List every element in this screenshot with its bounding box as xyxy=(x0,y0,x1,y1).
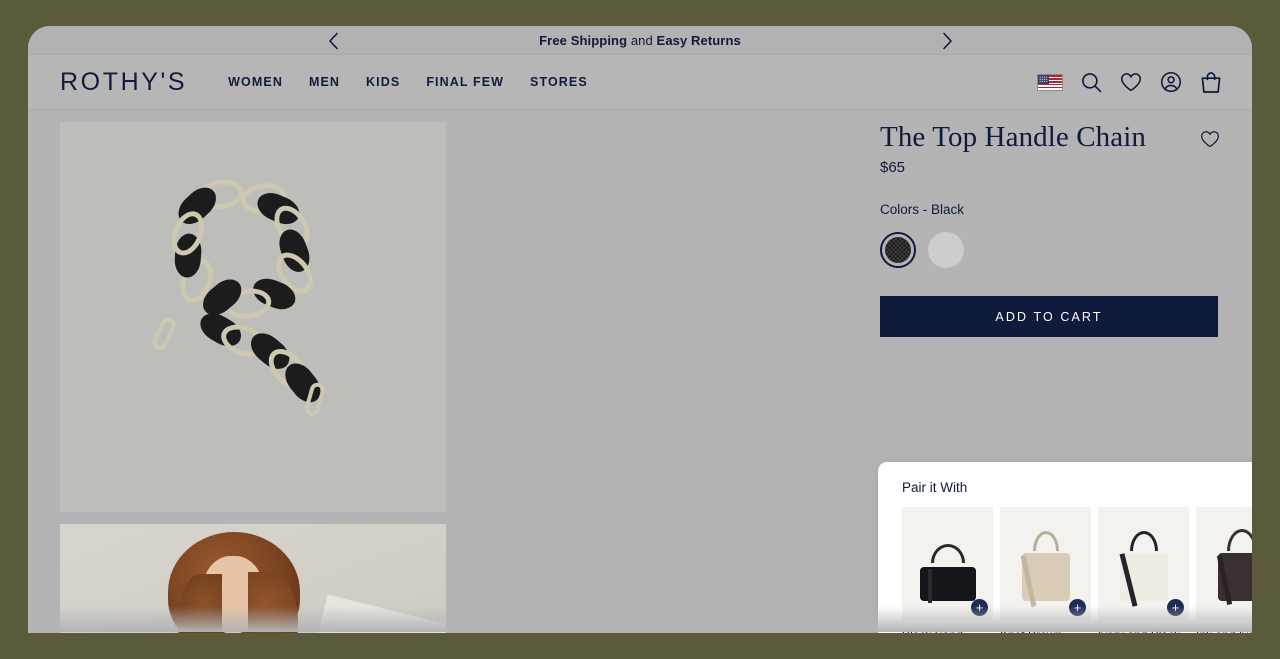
announcement-bar: Free Shipping and Easy Returns xyxy=(28,26,1252,55)
nav-item-women[interactable]: WOMEN xyxy=(228,75,283,89)
us-flag-icon[interactable] xyxy=(1037,73,1063,91)
color-label: Colors - Black xyxy=(880,202,965,217)
pair-product-thumbnail[interactable]: + xyxy=(1000,507,1091,621)
chevron-right-icon xyxy=(942,32,952,49)
bag-illustration xyxy=(919,544,976,603)
pair-it-with-list: + Black Sand $229 + xyxy=(902,507,1252,633)
pair-product-card[interactable]: + Black Sand $229 xyxy=(902,507,993,633)
bag-illustration xyxy=(1216,529,1252,605)
nav-item-final-few[interactable]: FINAL FEW xyxy=(426,75,504,89)
nav-icon-group xyxy=(1037,71,1222,94)
product-price: $65 xyxy=(880,159,906,176)
announcement-next-button[interactable] xyxy=(932,26,962,55)
gallery-image-model[interactable] xyxy=(60,524,446,633)
gallery-image-strap[interactable] xyxy=(60,122,446,512)
announcement-text-plain: and xyxy=(627,32,657,48)
pair-it-with-heading: Pair it With xyxy=(902,480,968,495)
announcement-text-bold-2: Easy Returns xyxy=(656,32,741,48)
announcement-message: Free Shipping and Easy Returns xyxy=(539,33,741,48)
strap-product-photo xyxy=(60,122,446,512)
pair-product-name: Ivory and Black xyxy=(1098,628,1189,633)
pair-product-name: Ink and Ivory xyxy=(1196,628,1252,633)
pair-add-button[interactable]: + xyxy=(1167,599,1184,616)
pair-add-button[interactable]: + xyxy=(971,599,988,616)
shopping-bag-icon[interactable] xyxy=(1200,71,1222,94)
pair-add-button[interactable]: + xyxy=(1069,599,1086,616)
bag-illustration xyxy=(1119,531,1168,607)
account-icon[interactable] xyxy=(1160,71,1182,93)
pair-product-card[interactable]: + Ivory and Black $279 xyxy=(1098,507,1189,633)
announcement-prev-button[interactable] xyxy=(318,26,348,55)
pair-product-thumbnail[interactable]: + xyxy=(1098,507,1189,621)
announcement-text-bold-1: Free Shipping xyxy=(539,32,628,48)
pair-product-name: Knot Brown xyxy=(1000,628,1091,633)
product-image-gallery xyxy=(28,110,840,633)
search-icon[interactable] xyxy=(1081,72,1102,93)
add-to-cart-button[interactable]: ADD TO CART xyxy=(880,296,1218,337)
color-swatch-group xyxy=(880,232,1220,268)
main-navigation-bar: ROTHY'S WOMEN MEN KIDS FINAL FEW STORES xyxy=(28,55,1252,110)
product-title-row: The Top Handle Chain xyxy=(880,122,1220,153)
pair-product-card[interactable]: + Knot Brown $379 xyxy=(1000,507,1091,633)
color-swatch-ivory[interactable] xyxy=(928,232,964,268)
pair-product-thumbnail[interactable]: + xyxy=(1196,507,1252,621)
nav-item-kids[interactable]: KIDS xyxy=(366,75,400,89)
strap-clasp-left xyxy=(149,315,179,353)
page-root: Free Shipping and Easy Returns ROTHY'S W… xyxy=(0,0,1280,659)
model-lifestyle-photo xyxy=(60,524,446,633)
chevron-left-icon xyxy=(328,32,338,49)
pair-product-name: Black Sand xyxy=(902,628,993,633)
bag-illustration xyxy=(1020,531,1070,607)
chain-strap-illustration xyxy=(149,166,355,438)
browser-content-card: Free Shipping and Easy Returns ROTHY'S W… xyxy=(28,26,1252,633)
color-swatch-black[interactable] xyxy=(880,232,916,268)
wishlist-heart-icon[interactable] xyxy=(1200,130,1220,153)
nav-item-men[interactable]: MEN xyxy=(309,75,340,89)
pair-it-with-panel: Pair it With + Black Sand $229 xyxy=(878,462,1252,633)
nav-item-stores[interactable]: STORES xyxy=(530,75,588,89)
pair-product-thumbnail[interactable]: + xyxy=(902,507,993,621)
site-logo[interactable]: ROTHY'S xyxy=(60,68,187,97)
page-title: The Top Handle Chain xyxy=(880,121,1147,153)
pair-product-card[interactable]: + Ink and Ivory $279 xyxy=(1196,507,1252,633)
nav-links: WOMEN MEN KIDS FINAL FEW STORES xyxy=(228,75,588,89)
wishlist-heart-icon[interactable] xyxy=(1120,72,1142,92)
product-page-content: The Top Handle Chain $65 Colors - Black xyxy=(28,110,1252,633)
